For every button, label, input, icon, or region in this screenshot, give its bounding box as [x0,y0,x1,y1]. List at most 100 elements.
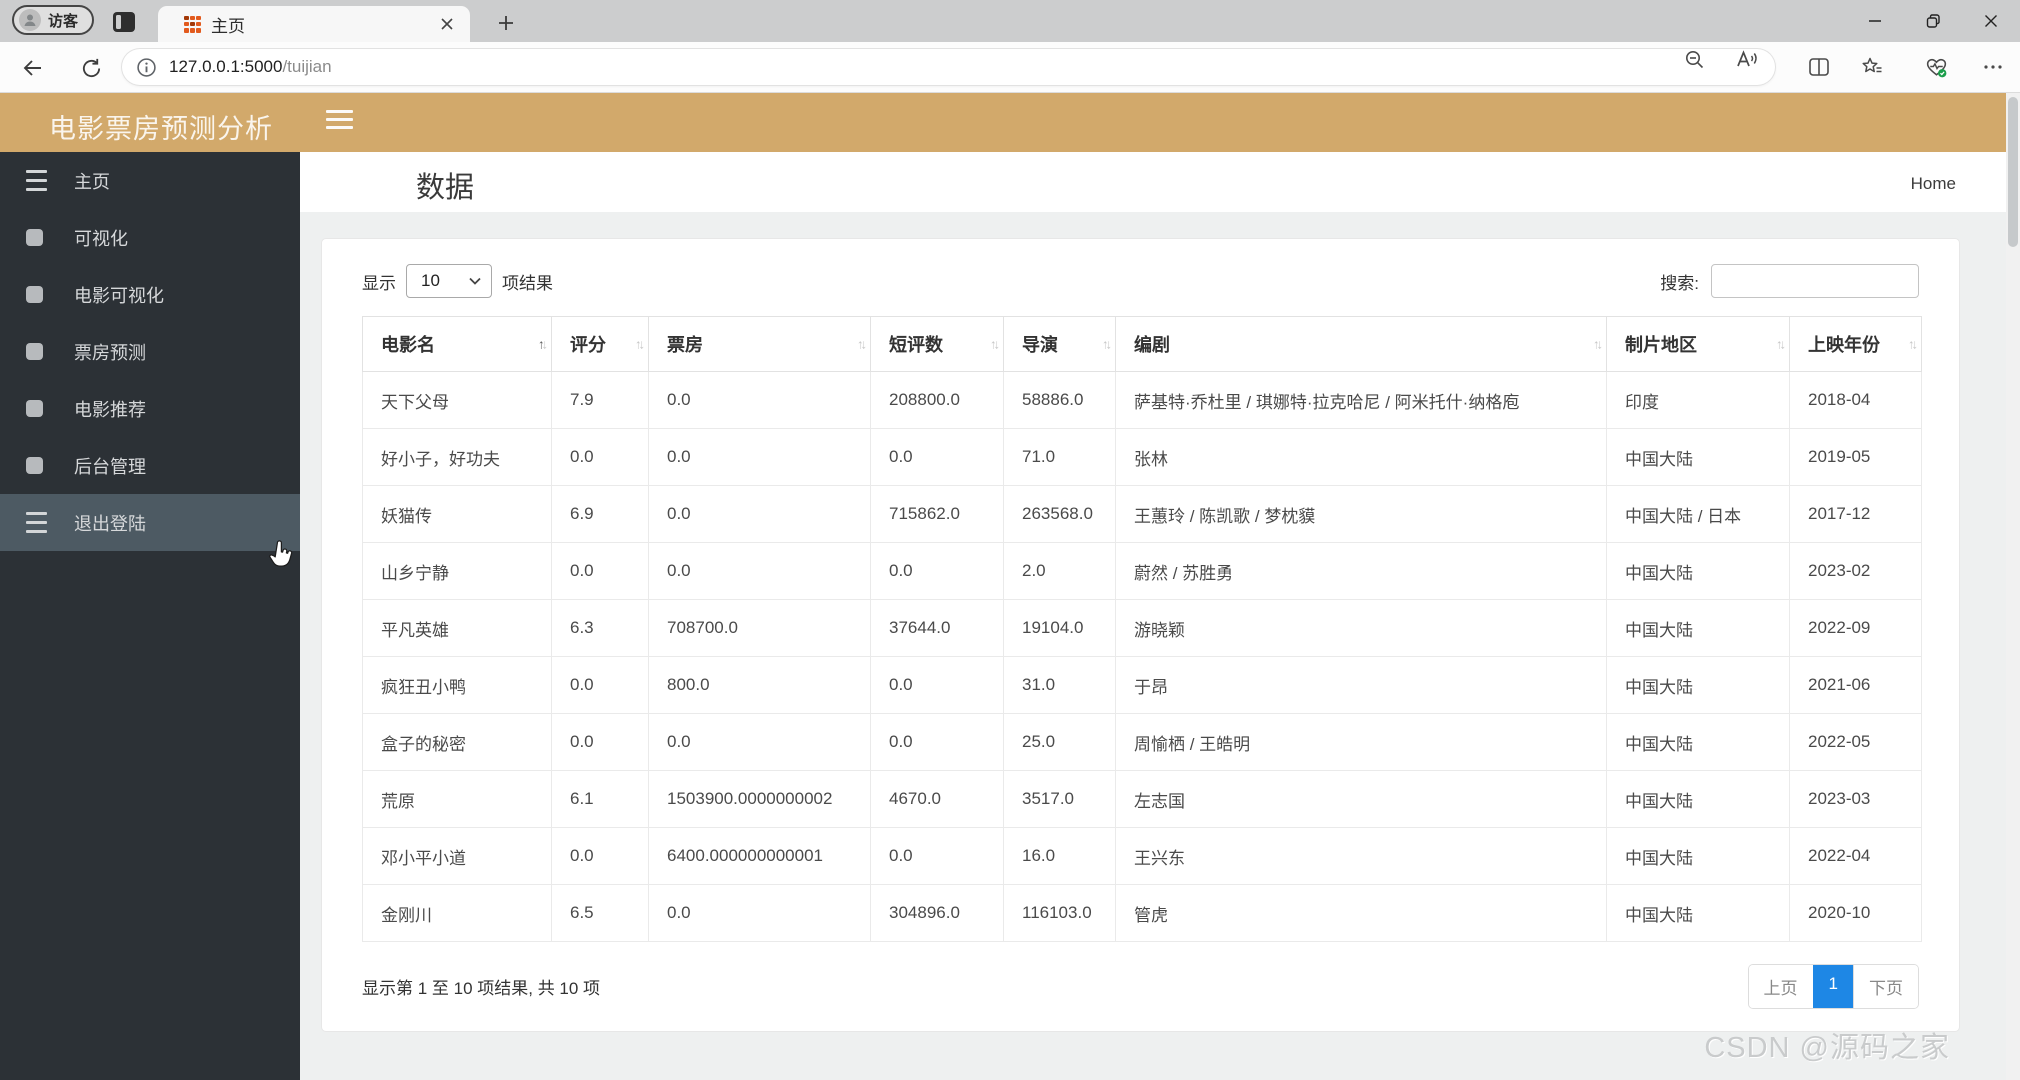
home-link[interactable]: Home [1911,174,1956,194]
sidebar-item-5[interactable]: 电影推荐 [0,380,300,437]
table-cell: 116103.0 [1003,884,1116,942]
table-row: 疯狂丑小鸭 0.0 800.0 0.0 31.0 于昂 中国大陆 2021-06 [362,656,1922,714]
table-cell: 304896.0 [870,884,1004,942]
table-cell: 游晓颖 [1115,599,1607,657]
table-cell: 金刚川 [362,884,552,942]
window-controls [1846,0,2020,42]
column-header[interactable]: 制片地区 ↑↓ [1606,316,1790,372]
sort-icon: ↑↓ [857,336,867,352]
table-cell: 2017-12 [1789,485,1922,543]
back-icon[interactable] [19,54,47,82]
site-info-icon[interactable] [136,57,157,78]
page-size-value: 10 [421,271,440,290]
column-header[interactable]: 导演 ↑↓ [1003,316,1116,372]
sidebar-item-7[interactable]: 退出登陆 [0,494,300,551]
workspaces-icon[interactable] [111,10,137,34]
column-header[interactable]: 编剧 ↑↓ [1115,316,1607,372]
profile-button[interactable]: 访客 [12,5,95,35]
page-size-select[interactable]: 10 [406,264,492,298]
menu-icon [26,167,56,194]
table-cell: 0.0 [870,542,1004,600]
page-scrollbar[interactable] [2006,93,2020,1080]
table-cell: 71.0 [1003,428,1116,486]
browser-essentials-icon[interactable] [1923,54,1949,80]
table-cell: 0.0 [870,428,1004,486]
page-title: 数据 [416,172,475,204]
table-cell: 周愉栖 / 王皓明 [1115,713,1607,771]
minimize-icon[interactable] [1846,0,1904,42]
restore-icon[interactable] [1904,0,1962,42]
next-page-button[interactable]: 下页 [1853,965,1918,1008]
table-cell: 张林 [1115,428,1607,486]
sidebar-item-2[interactable]: 可视化 [0,209,300,266]
watermark: CSDN @源码之家 [1704,1032,1950,1064]
new-tab-button[interactable] [492,10,520,36]
scrollbar-thumb[interactable] [2008,97,2018,247]
profile-label: 访客 [48,12,79,30]
chevron-down-icon [469,277,481,285]
table-cell: 0.0 [648,428,871,486]
sort-icon: ↑↓ [1908,336,1918,352]
table-cell: 2.0 [1003,542,1116,600]
table-cell: 0.0 [648,542,871,600]
split-screen-icon[interactable] [1806,54,1832,80]
close-icon[interactable] [1962,0,2020,42]
content-header: 数据 Home [300,152,2006,212]
column-header[interactable]: 短评数 ↑↓ [870,316,1004,372]
table-cell: 3517.0 [1003,770,1116,828]
search-input[interactable] [1711,264,1919,298]
table-cell: 中国大陆 [1606,542,1790,600]
column-header[interactable]: 上映年份 ↑↓ [1789,316,1922,372]
movies-table: 电影名 ↑↓ 评分 ↑↓ 票房 ↑↓ 短评数 ↑↓ 导演 ↑↓ 编剧 ↑↓ 制片地区 ↑↓ 上映年份 ↑↓ 天… [362,316,1922,942]
table-cell: 2019-05 [1789,428,1922,486]
more-menu-icon[interactable] [1980,54,2006,80]
table-cell: 平凡英雄 [362,599,552,657]
sidebar: 主页 可视化 电影可视化 票房预测 电影推荐 后台管理 退出登陆 [0,152,300,1080]
tab-close-icon[interactable] [436,13,458,35]
zoom-out-icon[interactable] [1683,48,1707,72]
table-cell: 中国大陆 [1606,656,1790,714]
sort-icon: ↑↓ [1102,336,1112,352]
table-footer: 显示第 1 至 10 项结果, 共 10 项 上页 1 下页 [362,964,1919,1009]
sidebar-item-4[interactable]: 票房预测 [0,323,300,380]
table-cell: 708700.0 [648,599,871,657]
table-cell: 荒原 [362,770,552,828]
avatar-icon [19,9,41,31]
favorites-icon[interactable] [1859,54,1885,80]
address-bar[interactable]: 127.0.0.1:5000/tuijian [122,49,1775,85]
table-cell: 0.0 [870,656,1004,714]
table-cell: 715862.0 [870,485,1004,543]
square-icon [26,229,56,246]
table-cell: 中国大陆 [1606,713,1790,771]
table-cell: 2022-04 [1789,827,1922,885]
refresh-icon[interactable] [77,54,105,82]
table-cell: 妖猫传 [362,485,552,543]
table-row: 平凡英雄 6.3 708700.0 37644.0 19104.0 游晓颖 中国大陆 2022… [362,599,1922,657]
table-cell: 管虎 [1115,884,1607,942]
sidebar-item-6[interactable]: 后台管理 [0,437,300,494]
table-row: 山乡宁静 0.0 0.0 0.0 2.0 蔚然 / 苏胜勇 中国大陆 2023-02 [362,542,1922,600]
table-cell: 中国大陆 [1606,428,1790,486]
table-cell: 6.3 [551,599,649,657]
table-cell: 16.0 [1003,827,1116,885]
brand-title: 电影票房预测分析 [49,114,273,144]
page-1-button[interactable]: 1 [1812,965,1853,1008]
sort-icon: ↑↓ [538,336,548,352]
main-content: 数据 Home 显示 10 项结果 搜索: 电影名 ↑↓ 评分 ↑↓ 票房 ↑↓… [300,152,2006,1080]
table-cell: 0.0 [551,428,649,486]
column-header[interactable]: 电影名 ↑↓ [362,316,552,372]
table-cell: 山乡宁静 [362,542,552,600]
read-aloud-icon[interactable] [1735,48,1759,72]
prev-page-button[interactable]: 上页 [1748,965,1813,1008]
sidebar-item-3[interactable]: 电影可视化 [0,266,300,323]
table-cell: 左志国 [1115,770,1607,828]
url-text[interactable]: 127.0.0.1:5000/tuijian [169,57,332,77]
sidebar-toggle-icon[interactable] [326,105,353,134]
browser-toolbar: 127.0.0.1:5000/tuijian [0,42,2020,93]
sort-icon: ↑↓ [635,336,645,352]
column-header[interactable]: 评分 ↑↓ [551,316,649,372]
table-cell: 蔚然 / 苏胜勇 [1115,542,1607,600]
browser-tab[interactable]: 主页 [158,6,470,42]
sidebar-item-1[interactable]: 主页 [0,152,300,209]
column-header[interactable]: 票房 ↑↓ [648,316,871,372]
